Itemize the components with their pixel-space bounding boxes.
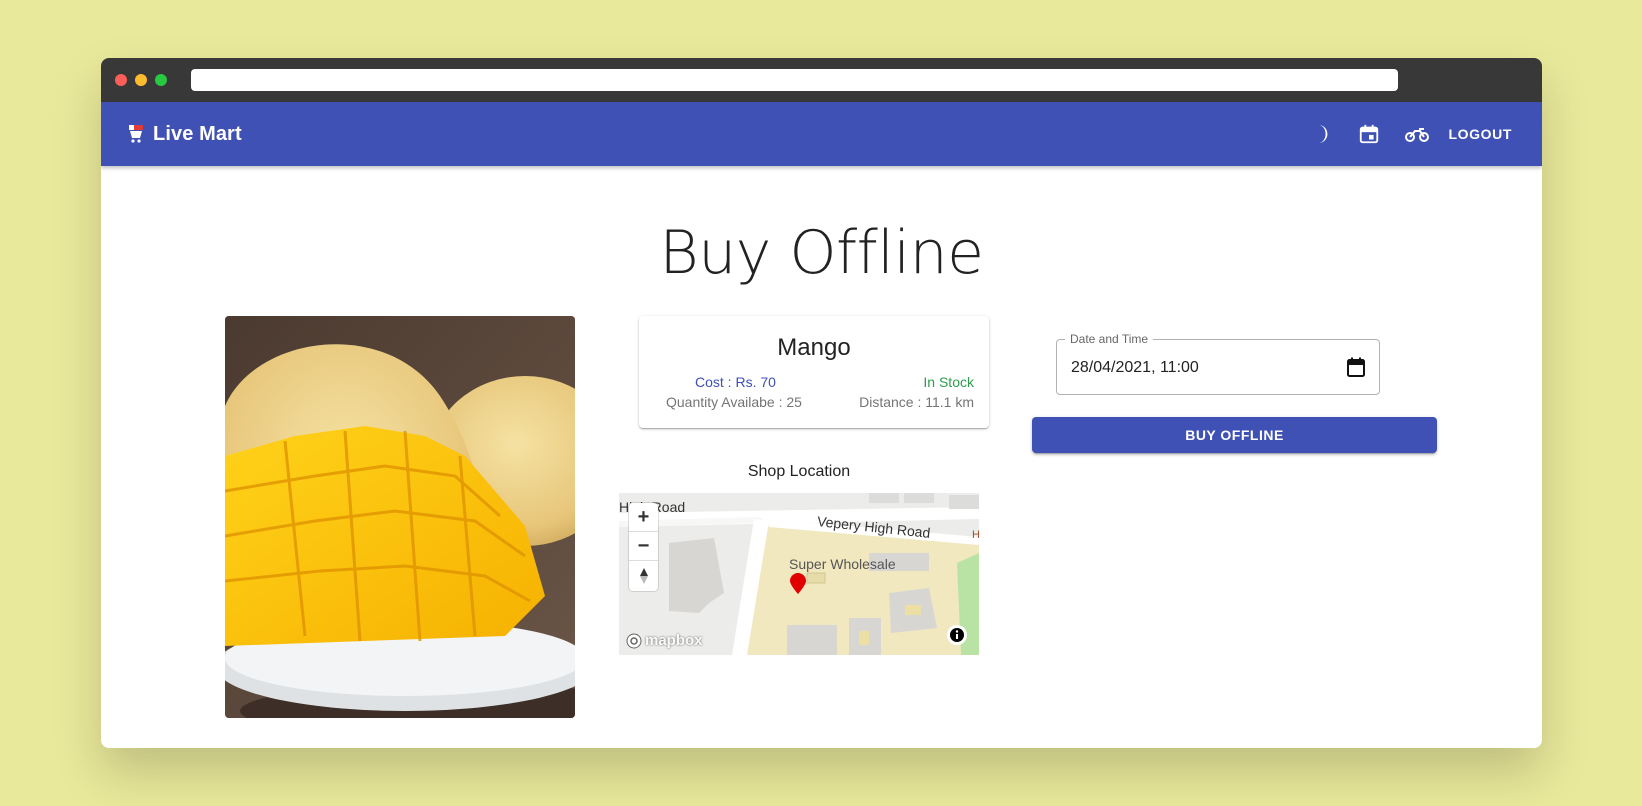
- mapbox-logo-icon: [626, 633, 642, 648]
- datetime-field[interactable]: Date and Time 28/04/2021, 11:00: [1056, 332, 1380, 395]
- maximize-window-dot[interactable]: [155, 74, 167, 86]
- map-marker-icon[interactable]: [789, 573, 807, 600]
- product-card: Mango Cost : Rs. 70 Quantity Availabe : …: [639, 316, 989, 428]
- minimize-window-dot[interactable]: [135, 74, 147, 86]
- zoom-out-button[interactable]: −: [629, 532, 658, 561]
- datetime-label: Date and Time: [1065, 332, 1154, 346]
- datetime-value[interactable]: 28/04/2021, 11:00: [1071, 359, 1199, 377]
- nav-actions: LOGOUT: [1297, 102, 1512, 166]
- map-label-edge: H: [972, 529, 979, 541]
- shop-location-heading: Shop Location: [747, 463, 851, 480]
- dark-mode-icon[interactable]: [1297, 110, 1345, 158]
- compass-reset-button[interactable]: [629, 561, 658, 590]
- logout-button[interactable]: LOGOUT: [1449, 120, 1512, 148]
- map-label-shop: Super Wholesale: [789, 556, 896, 572]
- app-bar: Live Mart LOGOUT: [101, 102, 1542, 166]
- shop-map[interactable]: High Road Vepery High Road Super Wholesa…: [619, 493, 979, 655]
- delivery-bike-icon[interactable]: [1393, 110, 1441, 158]
- cart-logo-icon: [127, 124, 145, 144]
- calendar-icon[interactable]: [1345, 110, 1393, 158]
- calendar-picker-icon[interactable]: [1347, 357, 1365, 382]
- info-icon[interactable]: [947, 625, 967, 645]
- brand-name: Live Mart: [153, 122, 242, 145]
- brand[interactable]: Live Mart: [127, 102, 242, 166]
- close-window-dot[interactable]: [115, 74, 127, 86]
- product-quantity: Quantity Availabe : 25: [666, 394, 802, 410]
- product-image: [225, 316, 575, 718]
- address-bar[interactable]: [191, 69, 1398, 91]
- product-cost: Cost : Rs. 70: [695, 374, 776, 390]
- zoom-in-button[interactable]: +: [629, 503, 658, 532]
- product-distance: Distance : 11.1 km: [859, 394, 974, 410]
- map-zoom-controls: + −: [629, 503, 658, 591]
- mapbox-logo[interactable]: mapbox: [626, 632, 703, 649]
- page-content: Buy Offline Mango Cost: Rs. 70 Quantity…: [101, 166, 1542, 748]
- browser-chrome: [101, 58, 1542, 102]
- mapbox-attribution: mapbox: [645, 632, 703, 649]
- page-title: Buy Offline: [659, 218, 984, 288]
- browser-window: Live Mart LOGOUT Buy Offline Mango Cost …: [101, 58, 1542, 748]
- product-name: Mango: [777, 334, 851, 361]
- stock-status: In Stock: [923, 374, 974, 390]
- buy-offline-button[interactable]: BUY OFFLINE: [1032, 417, 1437, 453]
